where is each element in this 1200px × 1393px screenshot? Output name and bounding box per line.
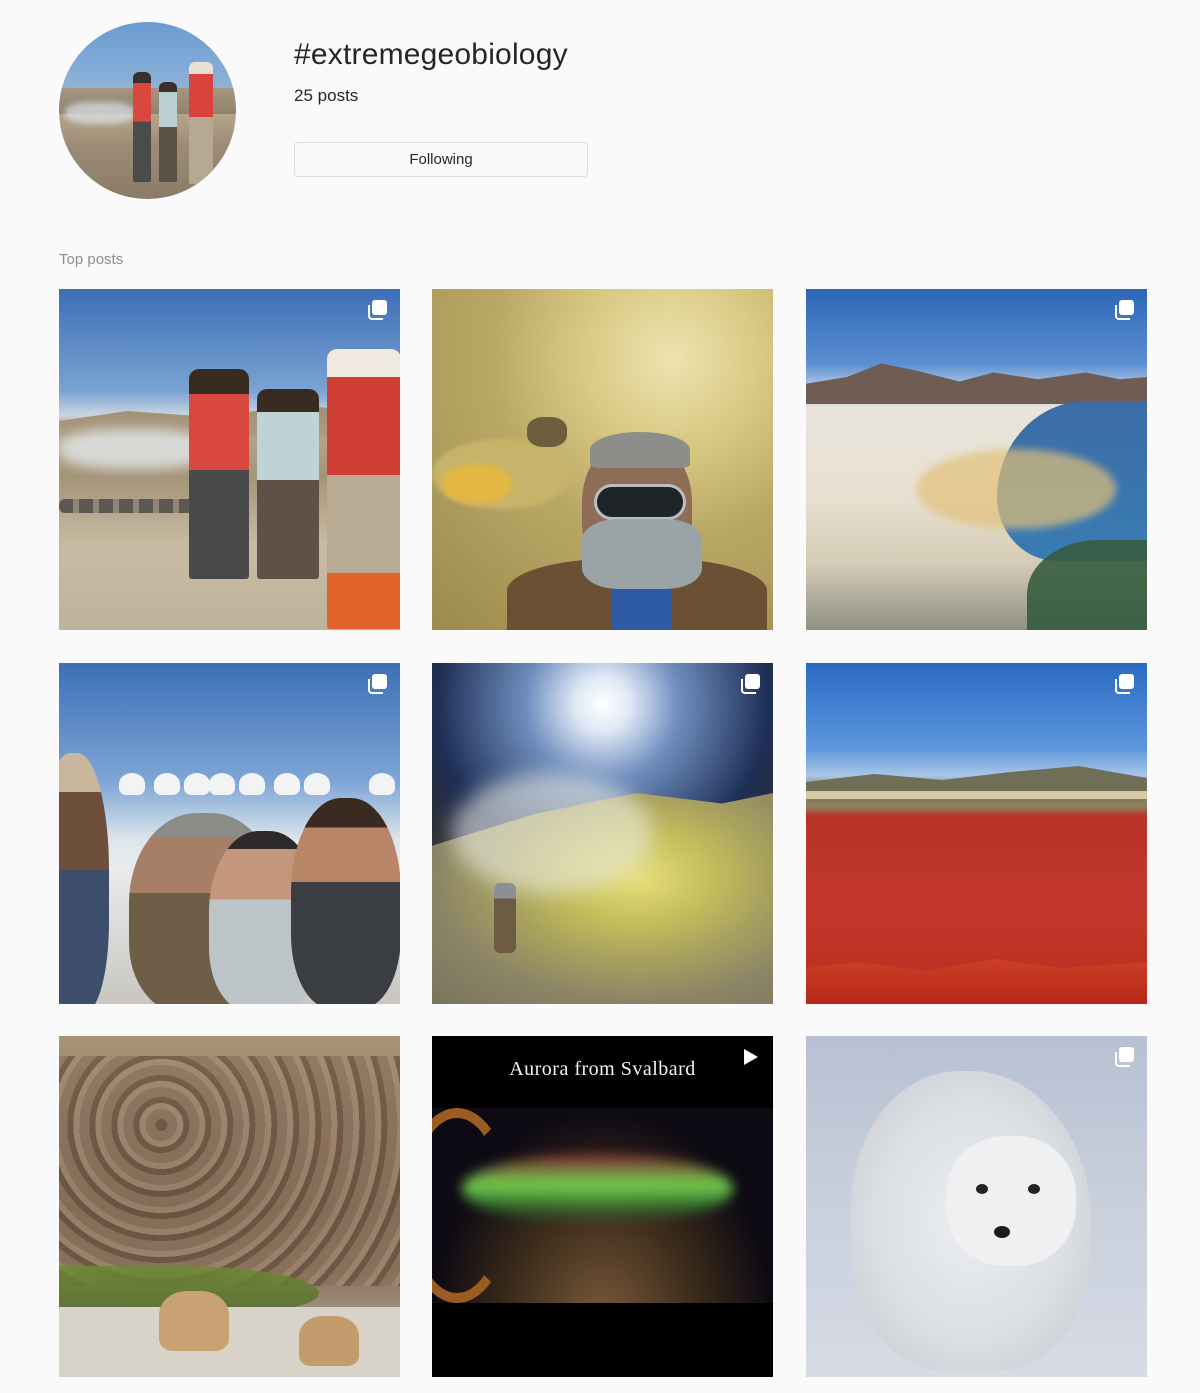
post-count-number: 25 (294, 86, 313, 105)
carousel-icon (368, 300, 387, 320)
carousel-icon (741, 674, 760, 694)
post-tile[interactable] (806, 663, 1147, 1004)
hashtag-avatar (59, 22, 236, 199)
play-icon (744, 1049, 758, 1065)
top-posts-heading: Top posts (59, 251, 124, 268)
post-tile[interactable]: Aurora from Svalbard (432, 1036, 773, 1377)
carousel-icon (1115, 300, 1134, 320)
video-caption: Aurora from Svalbard (509, 1058, 696, 1080)
post-tile[interactable] (59, 663, 400, 1004)
carousel-icon (368, 674, 387, 694)
post-tile[interactable] (806, 289, 1147, 630)
hashtag-page: #extremegeobiology 25 posts Following To… (0, 0, 1200, 1393)
post-count: 25 posts (294, 86, 358, 106)
post-tile[interactable] (432, 289, 773, 630)
following-button[interactable]: Following (294, 142, 588, 177)
hashtag-title: #extremegeobiology (294, 38, 568, 71)
post-tile[interactable] (432, 663, 773, 1004)
post-tile[interactable] (59, 289, 400, 630)
carousel-icon (1115, 674, 1134, 694)
post-tile[interactable] (59, 1036, 400, 1377)
post-tile[interactable] (806, 1036, 1147, 1377)
post-count-label: posts (317, 86, 359, 105)
carousel-icon (1115, 1047, 1134, 1067)
